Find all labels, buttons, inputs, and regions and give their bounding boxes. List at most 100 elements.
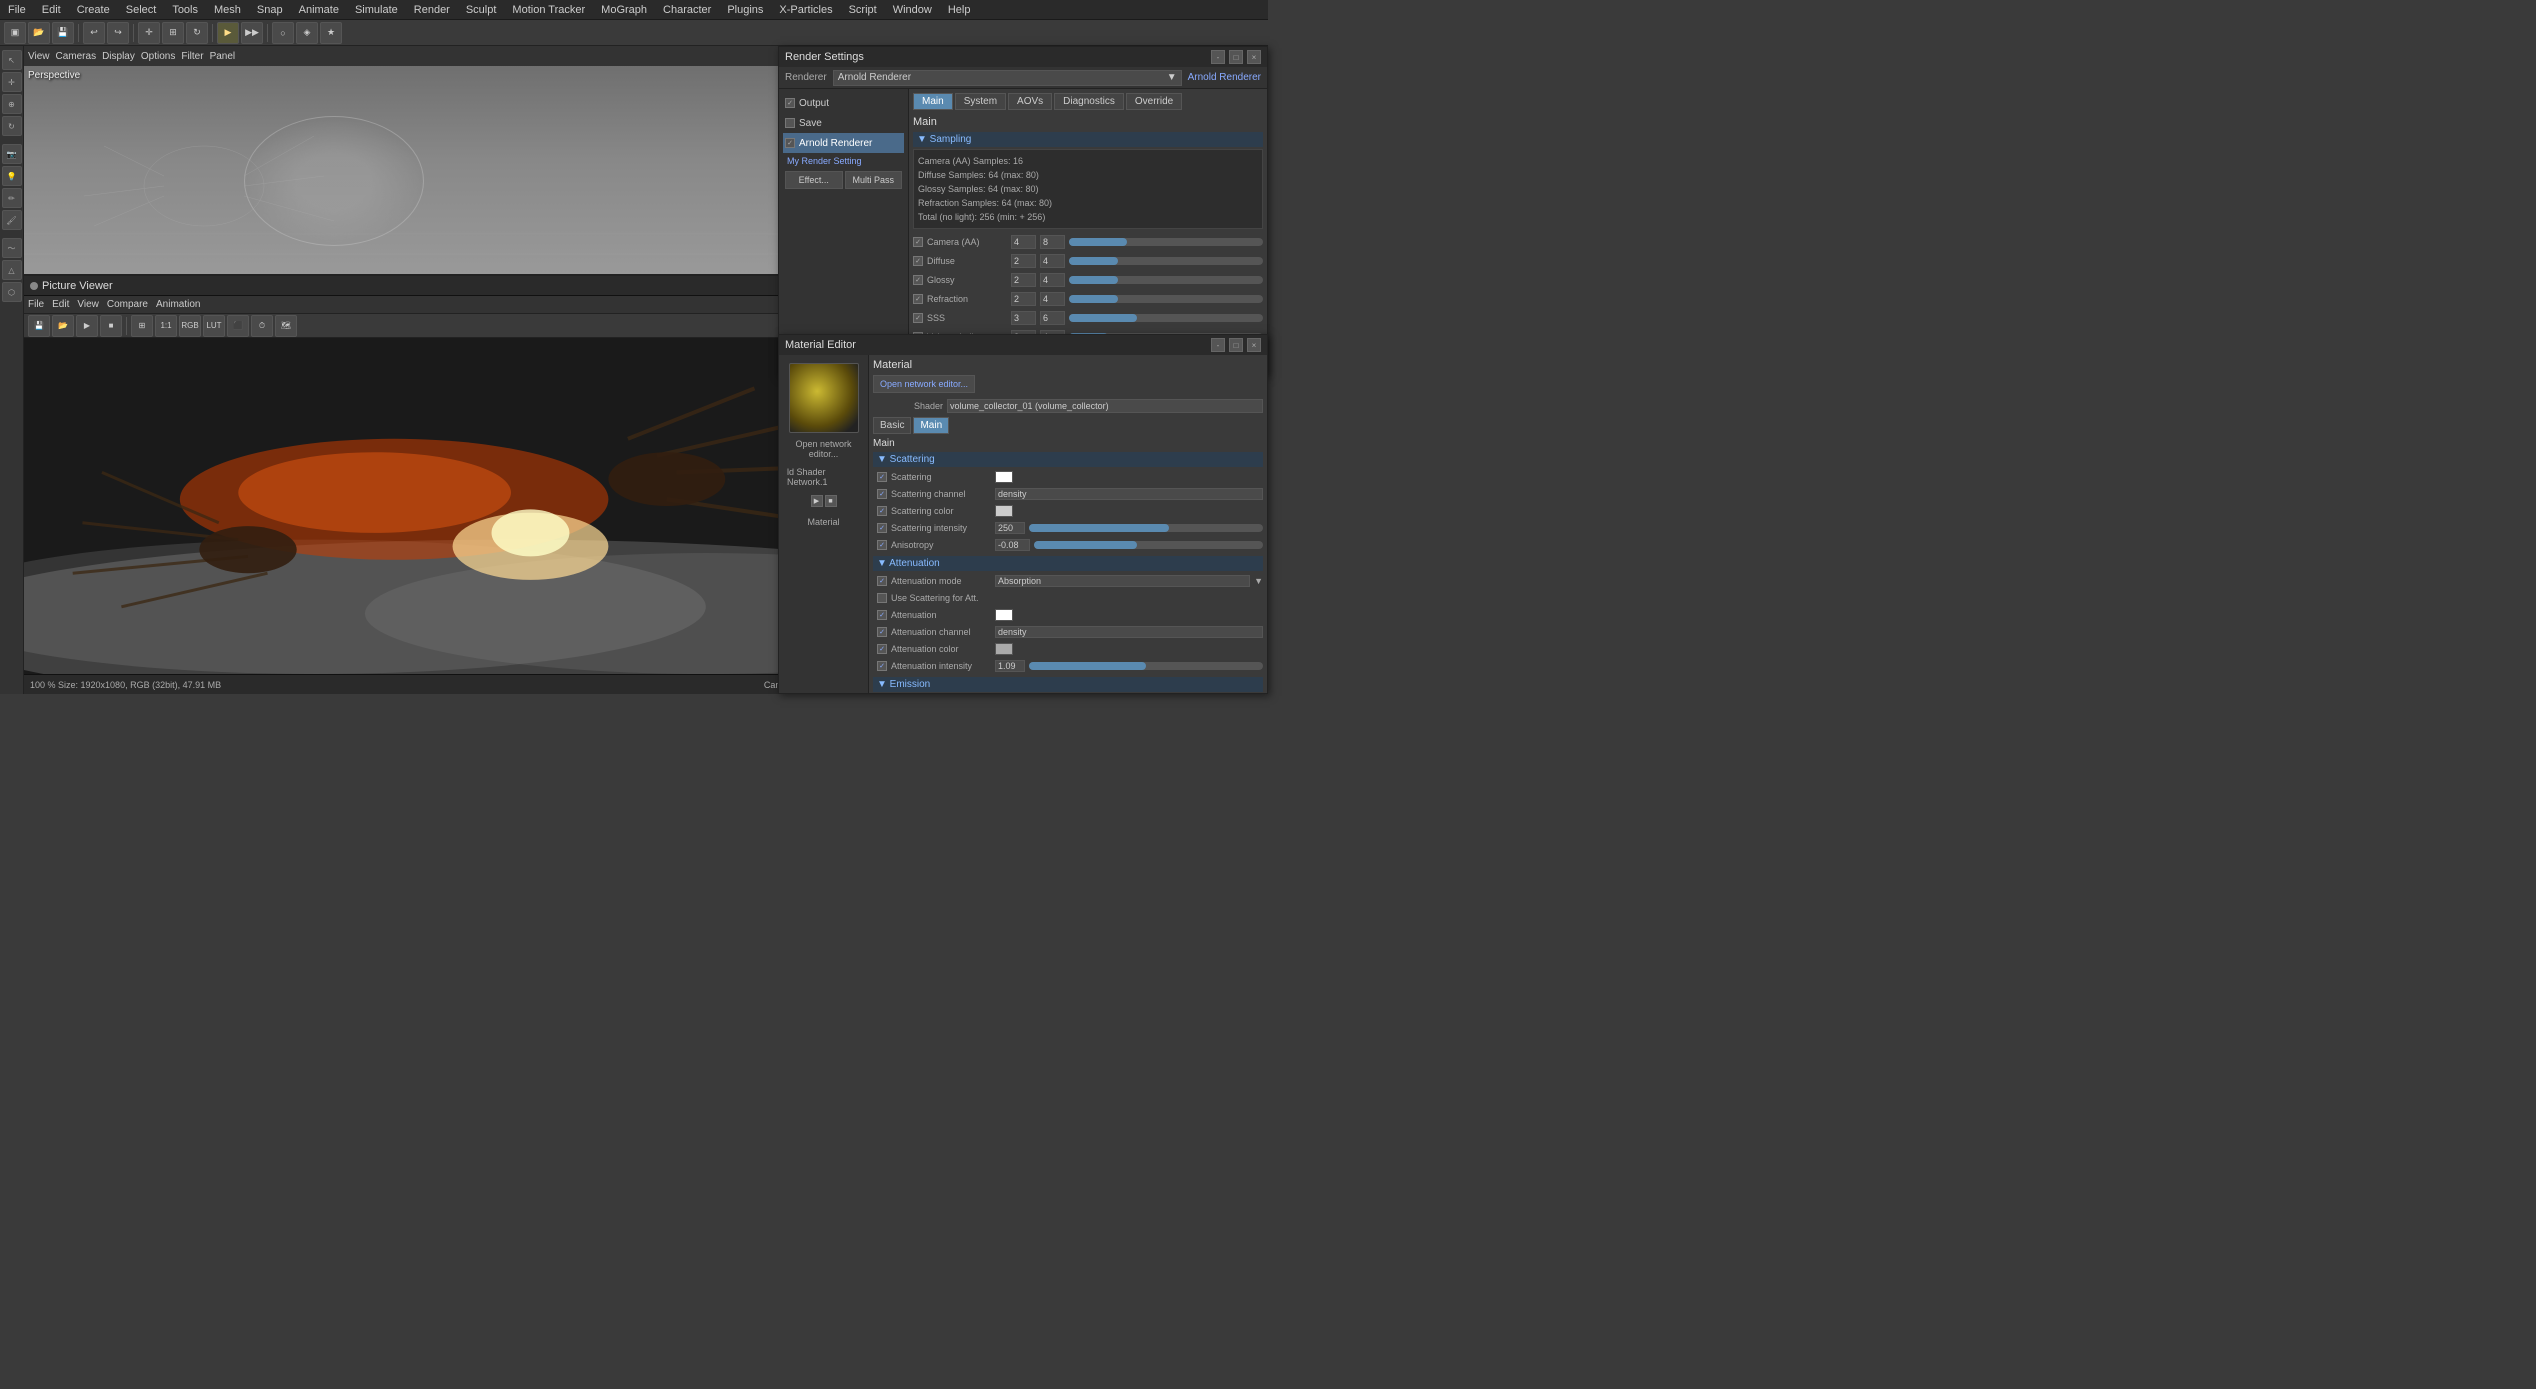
tool-paint[interactable]: 🖌 <box>2 210 22 230</box>
me-maximize[interactable]: □ <box>1229 338 1243 352</box>
rs-maximize[interactable]: □ <box>1229 50 1243 64</box>
pv-menu-edit[interactable]: Edit <box>52 299 69 310</box>
menu-item-window[interactable]: Window <box>889 4 936 16</box>
me-shader-value[interactable]: volume_collector_01 (volume_collector) <box>947 399 1263 413</box>
menu-item-plugins[interactable]: Plugins <box>723 4 767 16</box>
pv-menu-animation[interactable]: Animation <box>156 299 200 310</box>
rs-tab-aovs[interactable]: AOVs <box>1008 93 1052 110</box>
pv-tb-zoom-1[interactable]: 1:1 <box>155 315 177 337</box>
menu-item-create[interactable]: Create <box>73 4 114 16</box>
me-att-channel-cb[interactable]: ✓ <box>877 627 887 637</box>
rs-field-val2-0[interactable] <box>1040 235 1065 249</box>
tb-tag[interactable]: ◈ <box>296 22 318 44</box>
tb-undo[interactable]: ↩ <box>83 22 105 44</box>
me-attenuation-header[interactable]: ▼ Attenuation <box>873 556 1263 571</box>
me-anisotropy-slider[interactable] <box>1034 541 1263 549</box>
pv-menu-view[interactable]: View <box>77 299 99 310</box>
menu-item-script[interactable]: Script <box>845 4 881 16</box>
menu-item-snap[interactable]: Snap <box>253 4 287 16</box>
tb-render-region[interactable]: ▶▶ <box>241 22 263 44</box>
me-scattering-intensity-cb[interactable]: ✓ <box>877 523 887 533</box>
me-att-intensity-input[interactable] <box>995 660 1025 672</box>
me-anisotropy-cb[interactable]: ✓ <box>877 540 887 550</box>
pv-tb-zoom-fit[interactable]: ⊞ <box>131 315 153 337</box>
pv-menu-file[interactable]: File <box>28 299 44 310</box>
rs-tab-main[interactable]: Main <box>913 93 953 110</box>
menu-item-select[interactable]: Select <box>122 4 161 16</box>
menu-item-motion tracker[interactable]: Motion Tracker <box>508 4 589 16</box>
menu-item-x-particles[interactable]: X-Particles <box>775 4 836 16</box>
rs-field-cb-4[interactable]: ✓ <box>913 313 923 323</box>
pv-tb-save[interactable]: 💾 <box>28 315 50 337</box>
rs-field-cb-3[interactable]: ✓ <box>913 294 923 304</box>
tb-move[interactable]: ✛ <box>138 22 160 44</box>
menu-item-render[interactable]: Render <box>410 4 454 16</box>
me-scattering-channel-select[interactable]: density <box>995 488 1263 500</box>
menu-item-sculpt[interactable]: Sculpt <box>462 4 501 16</box>
me-play-btn[interactable]: ▶ <box>811 495 823 507</box>
pv-tb-stop[interactable]: ■ <box>100 315 122 337</box>
tb-rotate[interactable]: ↻ <box>186 22 208 44</box>
rs-arnold-check[interactable]: ✓ <box>785 138 795 148</box>
menu-item-character[interactable]: Character <box>659 4 715 16</box>
me-use-scattering-cb[interactable] <box>877 593 887 603</box>
menu-item-mesh[interactable]: Mesh <box>210 4 245 16</box>
rs-field-slider-1[interactable] <box>1069 257 1263 265</box>
tb-obj[interactable]: ○ <box>272 22 294 44</box>
rs-effect-btn[interactable]: Effect... <box>785 171 843 189</box>
me-close[interactable]: × <box>1247 338 1261 352</box>
me-att-channel-select[interactable]: density <box>995 626 1263 638</box>
pv-tb-folder[interactable]: 📂 <box>52 315 74 337</box>
rs-field-val-0[interactable] <box>1011 235 1036 249</box>
me-stop-btn[interactable]: ■ <box>825 495 837 507</box>
rs-field-val2-1[interactable] <box>1040 254 1065 268</box>
menu-item-file[interactable]: File <box>4 4 30 16</box>
me-scattering-color-swatch[interactable] <box>995 505 1013 517</box>
rs-field-val2-3[interactable] <box>1040 292 1065 306</box>
menu-item-animate[interactable]: Animate <box>295 4 343 16</box>
tool-spline[interactable]: 〜 <box>2 238 22 258</box>
rs-nav-save[interactable]: Save <box>783 113 904 133</box>
rs-save-check[interactable] <box>785 118 795 128</box>
tool-draw[interactable]: ✏ <box>2 188 22 208</box>
panel-menu[interactable]: Panel <box>210 51 236 62</box>
rs-field-slider-0[interactable] <box>1069 238 1263 246</box>
rs-field-val-1[interactable] <box>1011 254 1036 268</box>
me-tab-main[interactable]: Main <box>913 417 949 434</box>
rs-my-render-link[interactable]: My Render Setting <box>787 156 862 166</box>
rs-field-val2-2[interactable] <box>1040 273 1065 287</box>
tool-sculpt[interactable]: ⬡ <box>2 282 22 302</box>
display-menu[interactable]: Display <box>102 51 135 62</box>
me-minimize[interactable]: - <box>1211 338 1225 352</box>
me-tab-basic[interactable]: Basic <box>873 417 911 434</box>
tb-render[interactable]: ▶ <box>217 22 239 44</box>
tb-scale[interactable]: ⊞ <box>162 22 184 44</box>
tool-light[interactable]: 💡 <box>2 166 22 186</box>
pv-tb-compare[interactable]: ⬛ <box>227 315 249 337</box>
tool-move[interactable]: ✛ <box>2 72 22 92</box>
pv-tb-history[interactable]: ⏱ <box>251 315 273 337</box>
rs-field-val-2[interactable] <box>1011 273 1036 287</box>
rs-field-slider-4[interactable] <box>1069 314 1263 322</box>
pv-tb-render[interactable]: ▶ <box>76 315 98 337</box>
rs-field-slider-3[interactable] <box>1069 295 1263 303</box>
me-att-color-cb[interactable]: ✓ <box>877 644 887 654</box>
me-scattering-header[interactable]: ▼ Scattering <box>873 452 1263 467</box>
me-anisotropy-input[interactable] <box>995 539 1030 551</box>
rs-renderer-select[interactable]: Arnold Renderer ▼ <box>833 70 1182 86</box>
rs-field-cb-2[interactable]: ✓ <box>913 275 923 285</box>
rs-field-val-4[interactable] <box>1011 311 1036 325</box>
tb-save[interactable]: 💾 <box>52 22 74 44</box>
cameras-menu[interactable]: Cameras <box>56 51 97 62</box>
rs-output-check[interactable]: ✓ <box>785 98 795 108</box>
me-att-color-swatch[interactable] <box>995 643 1013 655</box>
rs-nav-arnold[interactable]: ✓ Arnold Renderer <box>783 133 904 153</box>
pv-tb-lut[interactable]: LUT <box>203 315 225 337</box>
menu-item-tools[interactable]: Tools <box>168 4 202 16</box>
menu-item-simulate[interactable]: Simulate <box>351 4 402 16</box>
options-menu[interactable]: Options <box>141 51 175 62</box>
rs-field-slider-2[interactable] <box>1069 276 1263 284</box>
view-menu[interactable]: View <box>28 51 50 62</box>
rs-arnold-renderer-link[interactable]: Arnold Renderer <box>1188 72 1261 83</box>
tool-select[interactable]: ↖ <box>2 50 22 70</box>
